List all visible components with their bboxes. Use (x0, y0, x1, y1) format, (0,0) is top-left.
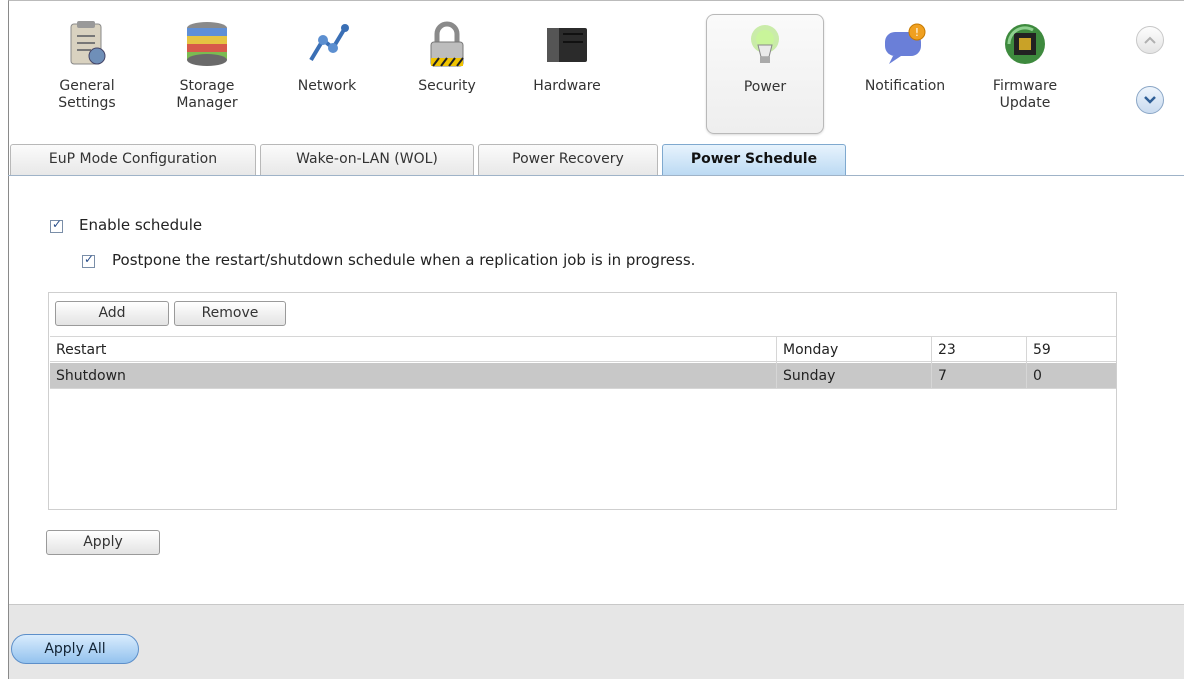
tool-label: General Settings (58, 78, 116, 111)
apply-button[interactable]: Apply (46, 530, 160, 555)
add-button[interactable]: Add (55, 301, 169, 326)
tool-label: Firmware Update (992, 78, 1058, 111)
tool-storage-manager[interactable]: Storage Manager (148, 14, 266, 134)
tool-label: Notification (864, 78, 946, 94)
tab-wake-on-lan[interactable]: Wake-on-LAN (WOL) (260, 144, 474, 175)
tool-label: Security (418, 78, 476, 94)
settings-toolbar: General Settings Storage Manager Network… (8, 0, 1184, 142)
firmware-chip-icon (1001, 20, 1049, 68)
postpone-label: Postpone the restart/shutdown schedule w… (112, 251, 696, 269)
power-tabs: EuP Mode Configuration Wake-on-LAN (WOL)… (8, 142, 1184, 176)
chevron-down-icon (1144, 96, 1156, 104)
notification-icon: ! (881, 20, 929, 68)
cell-hour: 23 (932, 337, 1027, 363)
schedule-panel: Add Remove Restart Monday 23 59 Shutdown… (48, 292, 1117, 510)
general-settings-icon (63, 20, 111, 68)
cell-day: Monday (777, 337, 932, 363)
lock-icon (423, 20, 471, 68)
tool-label: Network (297, 78, 357, 94)
tab-power-recovery[interactable]: Power Recovery (478, 144, 658, 175)
table-row[interactable]: Restart Monday 23 59 (50, 336, 1116, 363)
cell-action: Restart (50, 337, 777, 363)
network-icon (303, 20, 351, 68)
tool-network[interactable]: Network (268, 14, 386, 134)
footer-bar: Apply All (9, 604, 1184, 679)
cell-day: Sunday (777, 363, 932, 389)
cell-minute: 0 (1033, 368, 1042, 384)
tool-label: Power (743, 79, 787, 95)
tool-hardware[interactable]: Hardware (508, 14, 626, 134)
tab-power-schedule[interactable]: Power Schedule (662, 144, 846, 175)
table-row[interactable]: Shutdown Sunday 7 0 (50, 363, 1116, 389)
apply-all-button[interactable]: Apply All (11, 634, 139, 664)
enable-schedule-checkbox[interactable] (50, 217, 63, 233)
lightbulb-icon (741, 21, 789, 69)
tool-notification[interactable]: ! Notification (846, 14, 964, 134)
remove-button[interactable]: Remove (174, 301, 286, 326)
chevron-up-icon (1144, 36, 1156, 44)
tool-label: Hardware (533, 78, 601, 94)
tool-firmware-update[interactable]: Firmware Update (966, 14, 1084, 134)
svg-text:!: ! (915, 26, 919, 39)
cell-action: Shutdown (50, 363, 777, 389)
hardware-icon (543, 20, 591, 68)
tool-label: Storage Manager (176, 78, 238, 111)
storage-manager-icon (183, 20, 231, 68)
tab-eup-mode[interactable]: EuP Mode Configuration (10, 144, 256, 175)
tool-general-settings[interactable]: General Settings (28, 14, 146, 134)
scroll-down-button[interactable] (1136, 86, 1164, 114)
enable-schedule-label: Enable schedule (79, 216, 203, 234)
tool-power[interactable]: Power (706, 14, 824, 134)
cell-minute: 59 (1033, 342, 1051, 358)
scroll-up-button[interactable] (1136, 26, 1164, 54)
tool-security[interactable]: Security (388, 14, 506, 134)
cell-hour: 7 (932, 363, 1027, 389)
postpone-checkbox[interactable] (82, 252, 95, 268)
